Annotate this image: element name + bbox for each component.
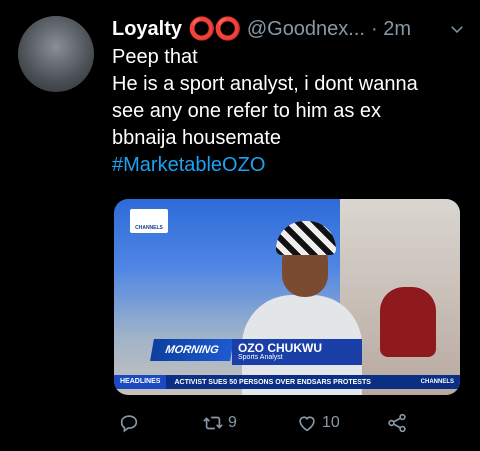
nameplate-name: OZO CHUKWU <box>238 341 322 355</box>
tweet-line: see any one refer to him as ex <box>112 100 382 122</box>
tweet-header: Loyalty ⭕⭕ @Goodnex... · 2m <box>112 12 466 46</box>
avatar[interactable] <box>18 16 94 92</box>
channel-logo: CHANNELS <box>130 209 168 233</box>
retweet-count: 9 <box>228 414 237 431</box>
reply-icon <box>120 415 138 433</box>
display-name[interactable]: Loyalty <box>112 18 182 41</box>
lower-third-nameplate: OZO CHUKWU Sports Analyst <box>232 339 362 365</box>
ticker-text: ACTIVIST SUES 50 PERSONS OVER ENDSARS PR… <box>174 378 371 386</box>
retweet-button[interactable]: 9 <box>202 412 237 434</box>
timestamp[interactable]: · 2m <box>371 18 411 41</box>
show-logo: MORNING <box>150 339 234 361</box>
reply-button[interactable] <box>118 412 140 434</box>
person-hat <box>276 221 336 255</box>
tweet-actions: 9 10 <box>118 412 418 440</box>
like-count: 10 <box>322 414 340 431</box>
like-button[interactable]: 10 <box>296 412 340 434</box>
tweet-line: bbnaija housemate <box>112 127 282 149</box>
tweet-text: Peep that He is a sport analyst, i dont … <box>112 44 468 179</box>
tweet-line: Peep that <box>112 46 198 68</box>
chevron-down-icon[interactable] <box>448 20 466 38</box>
studio-chair <box>380 287 436 357</box>
news-ticker: HEADLINES ACTIVIST SUES 50 PERSONS OVER … <box>114 375 460 389</box>
user-handle[interactable]: @Goodnex... <box>247 18 365 41</box>
hashtag-link[interactable]: #MarketableOZO <box>112 152 468 179</box>
heart-icon <box>299 416 315 432</box>
share-button[interactable] <box>386 412 408 434</box>
share-icon <box>388 413 406 433</box>
tweet-line: He is a sport analyst, i dont wanna <box>112 73 418 95</box>
ticker-label: HEADLINES <box>114 375 167 389</box>
nameplate-title: Sports Analyst <box>238 354 283 361</box>
red-circles-emoji: ⭕⭕ <box>188 16 242 41</box>
ticker-brand: CHANNELS <box>420 379 454 385</box>
retweet-icon <box>203 416 223 430</box>
tweet-media-image[interactable]: CHANNELS MORNING OZO CHUKWU Sports Analy… <box>114 199 460 395</box>
